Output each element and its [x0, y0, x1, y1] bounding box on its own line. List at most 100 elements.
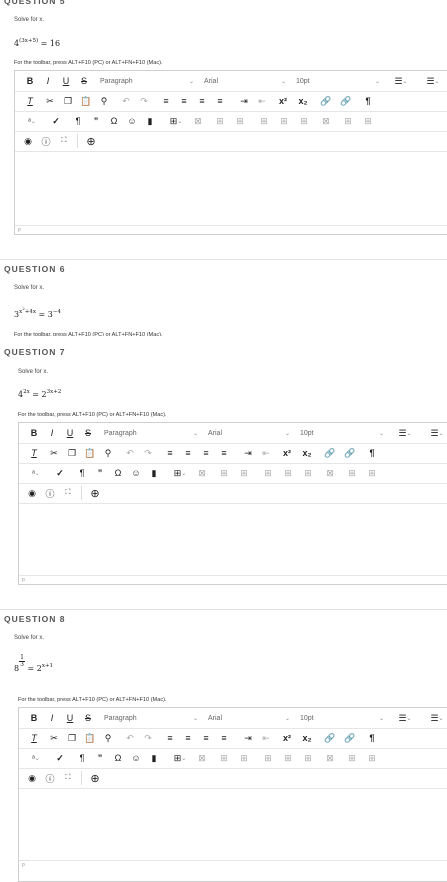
table-button[interactable]: ⊞ ⌄ — [169, 463, 191, 483]
underline-button[interactable]: U — [63, 708, 77, 728]
table-cell-icon[interactable]: ⊞ — [297, 111, 311, 131]
strikethrough-button[interactable]: S — [77, 71, 91, 91]
table-delete-icon[interactable]: ⊠ — [195, 463, 209, 483]
underline-button[interactable]: U — [63, 423, 77, 443]
table-split-icon[interactable]: ⊞ — [277, 111, 291, 131]
align-left-icon[interactable]: ≡ — [163, 728, 177, 748]
table-merge-icon[interactable]: ⊞ — [257, 111, 271, 131]
bookmark-icon[interactable]: ▮ — [147, 748, 161, 768]
link-icon[interactable]: 🔗 — [323, 728, 337, 748]
size-select[interactable]: 10pt ⌄ — [297, 708, 387, 728]
bullet-list-button[interactable]: ☰ ⌄ — [391, 423, 419, 443]
unlink-icon[interactable]: 🔗 — [343, 728, 357, 748]
bookmark-icon[interactable]: ▮ — [143, 111, 157, 131]
table-props-icon[interactable]: ⊠ — [323, 748, 337, 768]
preview-icon[interactable]: ◉ — [21, 131, 35, 151]
emoji-icon[interactable]: ☺ — [129, 463, 143, 483]
omega-icon[interactable]: Ω — [107, 111, 121, 131]
cut-icon[interactable]: ✂ — [47, 443, 61, 463]
clear-format-icon[interactable]: T — [27, 443, 41, 463]
checkmark-icon[interactable]: ✓ — [49, 111, 63, 131]
table-cell-icon[interactable]: ⊞ — [301, 463, 315, 483]
italic-button[interactable]: I — [45, 423, 59, 443]
redo-icon[interactable]: ↷ — [141, 443, 155, 463]
cut-icon[interactable]: ✂ — [47, 728, 61, 748]
find-icon[interactable]: ⚲ — [97, 91, 111, 111]
numbered-list-button[interactable]: ☰ ⌄ — [423, 708, 447, 728]
add-content-icon[interactable]: ⊕ — [87, 768, 103, 788]
subscript-icon[interactable]: x₂ — [295, 91, 311, 111]
paste-icon[interactable]: 📋 — [79, 91, 93, 111]
fullscreen-icon[interactable]: ⛶ — [57, 131, 71, 151]
help-icon[interactable]: ⓘ — [43, 768, 57, 788]
size-select[interactable]: 10pt ⌄ — [297, 423, 387, 443]
pilcrow-icon[interactable]: ¶ — [75, 748, 89, 768]
table-button[interactable]: ⊞ ⌄ — [169, 748, 191, 768]
align-center-icon[interactable]: ≡ — [181, 728, 195, 748]
fullscreen-icon[interactable]: ⛶ — [61, 768, 75, 788]
spellcheck-button[interactable]: ᵃ ⌄ — [25, 748, 47, 768]
paragraph-direction-icon[interactable]: ¶ — [361, 91, 375, 111]
table-split-icon[interactable]: ⊞ — [281, 463, 295, 483]
superscript-icon[interactable]: x² — [279, 443, 295, 463]
bullet-list-button[interactable]: ☰ ⌄ — [391, 708, 419, 728]
omega-icon[interactable]: Ω — [111, 748, 125, 768]
table-row-icon[interactable]: ⊞ — [217, 463, 231, 483]
spellcheck-button[interactable]: ᵃ ⌄ — [21, 111, 43, 131]
redo-icon[interactable]: ↷ — [137, 91, 151, 111]
paragraph-select[interactable]: Paragraph ⌄ — [97, 71, 197, 91]
numbered-list-button[interactable]: ☰ ⌄ — [419, 71, 447, 91]
outdent-icon[interactable]: ⇤ — [259, 443, 273, 463]
underline-button[interactable]: U — [59, 71, 73, 91]
table-button[interactable]: ⊞ ⌄ — [165, 111, 187, 131]
bold-button[interactable]: B — [27, 423, 41, 443]
superscript-icon[interactable]: x² — [275, 91, 291, 111]
redo-icon[interactable]: ↷ — [141, 728, 155, 748]
table-delete-icon[interactable]: ⊠ — [195, 748, 209, 768]
unlink-icon[interactable]: 🔗 — [343, 443, 357, 463]
table-delete-icon[interactable]: ⊠ — [191, 111, 205, 131]
table-col-icon[interactable]: ⊞ — [237, 748, 251, 768]
subscript-icon[interactable]: x₂ — [299, 443, 315, 463]
quote-icon[interactable]: ” — [93, 463, 107, 483]
indent-icon[interactable]: ⇥ — [241, 728, 255, 748]
paragraph-select[interactable]: Paragraph ⌄ — [101, 708, 201, 728]
font-select[interactable]: Arial ⌄ — [205, 708, 293, 728]
link-icon[interactable]: 🔗 — [323, 443, 337, 463]
align-left-icon[interactable]: ≡ — [163, 443, 177, 463]
clear-format-icon[interactable]: T — [27, 728, 41, 748]
italic-button[interactable]: I — [45, 708, 59, 728]
superscript-icon[interactable]: x² — [279, 728, 295, 748]
indent-icon[interactable]: ⇥ — [237, 91, 251, 111]
checkmark-icon[interactable]: ✓ — [53, 748, 67, 768]
bookmark-icon[interactable]: ▮ — [147, 463, 161, 483]
question-7-editor[interactable]: B I U S Paragraph ⌄ Arial ⌄ 10pt ⌄ ☰ ⌄ ☰ ⌄ T … — [18, 422, 447, 585]
font-select[interactable]: Arial ⌄ — [205, 423, 293, 443]
undo-icon[interactable]: ↶ — [119, 91, 133, 111]
find-icon[interactable]: ⚲ — [101, 728, 115, 748]
add-content-icon[interactable]: ⊕ — [87, 483, 103, 503]
unlink-icon[interactable]: 🔗 — [339, 91, 353, 111]
table-insert-icon[interactable]: ⊞ — [345, 748, 359, 768]
table-remove-icon[interactable]: ⊞ — [361, 111, 375, 131]
paragraph-direction-icon[interactable]: ¶ — [365, 728, 379, 748]
help-icon[interactable]: ⓘ — [39, 131, 53, 151]
table-props-icon[interactable]: ⊠ — [319, 111, 333, 131]
table-insert-icon[interactable]: ⊞ — [341, 111, 355, 131]
question-8-text-area[interactable] — [19, 788, 447, 863]
copy-icon[interactable]: ❐ — [65, 728, 79, 748]
paragraph-direction-icon[interactable]: ¶ — [365, 443, 379, 463]
spellcheck-button[interactable]: ᵃ ⌄ — [25, 463, 47, 483]
justify-icon[interactable]: ≡ — [213, 91, 227, 111]
table-remove-icon[interactable]: ⊞ — [365, 748, 379, 768]
paste-icon[interactable]: 📋 — [83, 728, 97, 748]
copy-icon[interactable]: ❐ — [65, 443, 79, 463]
table-col-icon[interactable]: ⊞ — [233, 111, 247, 131]
emoji-icon[interactable]: ☺ — [129, 748, 143, 768]
preview-icon[interactable]: ◉ — [25, 768, 39, 788]
table-insert-icon[interactable]: ⊞ — [345, 463, 359, 483]
copy-icon[interactable]: ❐ — [61, 91, 75, 111]
justify-icon[interactable]: ≡ — [217, 728, 231, 748]
omega-icon[interactable]: Ω — [111, 463, 125, 483]
question-7-text-area[interactable] — [19, 503, 447, 576]
